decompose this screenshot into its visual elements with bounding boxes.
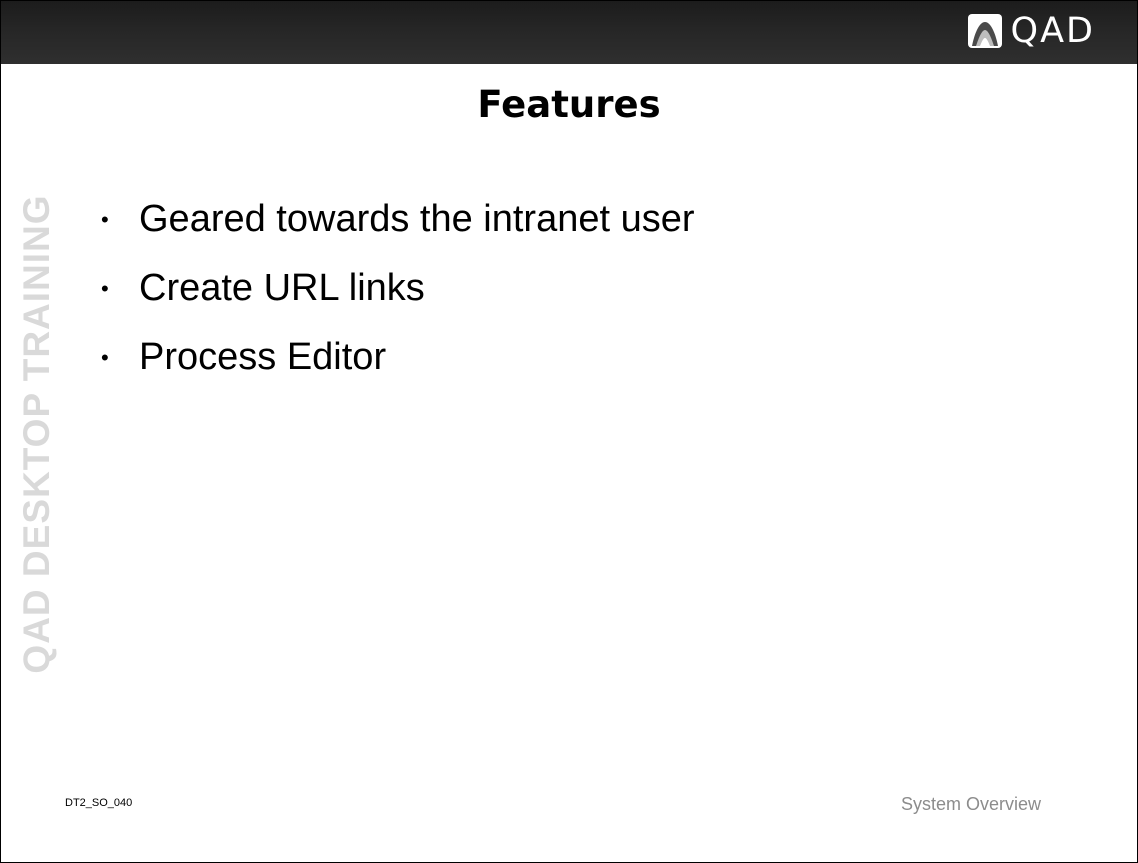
qad-mountain-logo-icon — [967, 14, 1002, 48]
bullet-item: • Geared towards the intranet user — [97, 185, 695, 254]
qad-logo: QAD — [967, 11, 1095, 51]
bullet-list: • Geared towards the intranet user • Cre… — [97, 185, 695, 392]
slide-code: DT2_SO_040 — [65, 797, 133, 809]
slide-title: Features — [477, 83, 661, 126]
header-bar: QAD — [1, 1, 1137, 64]
bullet-icon: • — [101, 206, 109, 232]
bullet-text: Geared towards the intranet user — [139, 198, 695, 240]
logo-text: QAD — [1010, 11, 1095, 51]
bullet-icon: • — [101, 275, 109, 301]
footer-section-title: System Overview — [900, 794, 1041, 814]
bullet-item: • Create URL links — [97, 254, 695, 323]
bullet-text: Process Editor — [139, 336, 387, 378]
bullet-text: Create URL links — [139, 267, 425, 309]
bullet-icon: • — [101, 344, 109, 370]
slide: QAD Features QAD DESKTOP TRAINING • Gear… — [0, 0, 1138, 863]
watermark-text: QAD DESKTOP TRAINING — [16, 194, 57, 674]
bullet-item: • Process Editor — [97, 323, 695, 392]
